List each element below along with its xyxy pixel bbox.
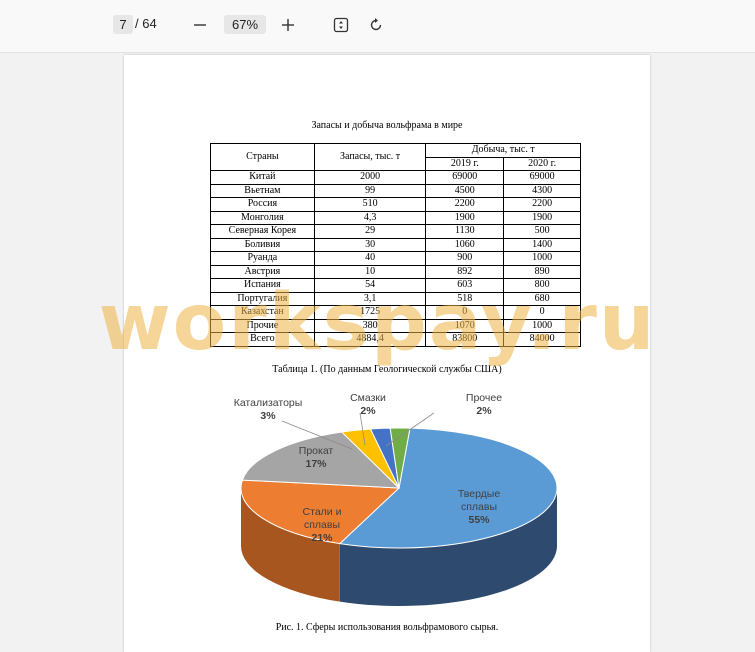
slice-label: Смазки 2%	[350, 393, 386, 417]
page-number-input[interactable]: 7	[113, 15, 133, 34]
cell-reserves: 99	[313, 183, 427, 198]
cell-y2020: 4300	[503, 183, 581, 198]
cell-country: Австрия	[210, 264, 315, 279]
cell-reserves: 1725	[313, 305, 427, 320]
cell-y2020: 69000	[503, 170, 581, 185]
cell-reserves: 40	[313, 251, 427, 266]
cell-country: Всего	[210, 332, 315, 347]
cell-y2020: 890	[503, 264, 581, 279]
cell-country: Китай	[210, 170, 315, 185]
table-row: Боливия 30 1060 1400	[210, 237, 581, 252]
cell-y2019: 1070	[425, 318, 505, 333]
fit-page-icon	[333, 17, 349, 33]
cell-y2020: 1000	[503, 251, 581, 266]
zoom-level[interactable]: 67%	[224, 15, 266, 34]
cell-y2019: 0	[425, 305, 505, 320]
cell-y2019: 1060	[425, 237, 505, 252]
cell-y2020: 1000	[503, 318, 581, 333]
table-row: Прочие 380 1070 1000	[210, 318, 581, 333]
header-2020: 2020 г.	[503, 156, 581, 171]
document-page: Запасы и добыча вольфрама в мире Страны …	[124, 55, 650, 652]
page-total: / 64	[135, 16, 157, 31]
table-row: Северная Корея 29 1130 500	[210, 224, 581, 239]
cell-y2019: 1900	[425, 210, 505, 225]
cell-reserves: 30	[313, 237, 427, 252]
usage-pie-chart: Твердые сплавы 55%Стали и сплавы 21%Прокат 17…	[234, 393, 558, 606]
cell-country: Северная Корея	[210, 224, 315, 239]
header-production: Добыча, тыс. т	[425, 143, 581, 158]
cell-y2020: 500	[503, 224, 581, 239]
cell-country: Испания	[210, 278, 315, 293]
cell-y2020: 800	[503, 278, 581, 293]
cell-y2020: 0	[503, 305, 581, 320]
cell-y2019: 83800	[425, 332, 505, 347]
cell-y2019: 518	[425, 291, 505, 306]
figure-caption: Рис. 1. Сферы использования вольфрамовог…	[275, 622, 499, 633]
slice-label: Катализаторы 3%	[234, 397, 303, 422]
rotate-button[interactable]	[364, 13, 388, 37]
cell-reserves: 29	[313, 224, 427, 239]
header-country: Страны	[210, 143, 315, 171]
fit-page-button[interactable]	[329, 13, 353, 37]
zoom-in-button[interactable]	[276, 13, 300, 37]
cell-country: Руанда	[210, 251, 315, 266]
slice-label: Прочее 2%	[466, 393, 502, 417]
cell-y2019: 892	[425, 264, 505, 279]
cell-reserves: 10	[313, 264, 427, 279]
cell-country: Вьетнам	[210, 183, 315, 198]
cell-reserves: 4,3	[313, 210, 427, 225]
header-2019: 2019 г.	[425, 156, 505, 171]
cell-y2019: 4500	[425, 183, 505, 198]
plus-icon	[282, 19, 294, 31]
cell-y2020: 680	[503, 291, 581, 306]
cell-y2019: 2200	[425, 197, 505, 212]
cell-y2020: 84000	[503, 332, 581, 347]
table-title: Запасы и добыча вольфрама в мире	[311, 120, 463, 131]
table-row: Казахстан 1725 0 0	[210, 305, 581, 320]
cell-y2019: 603	[425, 278, 505, 293]
cell-country: Россия	[210, 197, 315, 212]
cell-country: Монголия	[210, 210, 315, 225]
header-reserves: Запасы, тыс. т	[313, 143, 427, 171]
cell-reserves: 4884,4	[313, 332, 427, 347]
table-row: Всего 4884,4 83800 84000	[210, 332, 581, 347]
cell-reserves: 380	[313, 318, 427, 333]
table-row: Китай 2000 69000 69000	[210, 170, 581, 185]
cell-country: Португалия	[210, 291, 315, 306]
cell-country: Прочие	[210, 318, 315, 333]
table-row: Монголия 4,3 1900 1900	[210, 210, 581, 225]
table-row: Португалия 3,1 518 680	[210, 291, 581, 306]
cell-y2020: 1900	[503, 210, 581, 225]
table-row: Руанда 40 900 1000	[210, 251, 581, 266]
cell-reserves: 54	[313, 278, 427, 293]
pdf-toolbar: 7 / 64 67%	[0, 0, 755, 53]
table-caption: Таблица 1. (По данным Геологической служ…	[272, 364, 502, 375]
cell-reserves: 510	[313, 197, 427, 212]
cell-y2019: 69000	[425, 170, 505, 185]
cell-reserves: 3,1	[313, 291, 427, 306]
cell-y2020: 1400	[503, 237, 581, 252]
table-row: Россия 510 2200 2200	[210, 197, 581, 212]
tungsten-table: Страны Запасы, тыс. т Добыча, тыс. т 201…	[210, 143, 581, 347]
minus-icon	[194, 24, 206, 26]
cell-country: Боливия	[210, 237, 315, 252]
cell-y2019: 1130	[425, 224, 505, 239]
zoom-out-button[interactable]	[188, 13, 212, 37]
cell-country: Казахстан	[210, 305, 315, 320]
cell-y2020: 2200	[503, 197, 581, 212]
table-row: Испания 54 603 800	[210, 278, 581, 293]
cell-reserves: 2000	[313, 170, 427, 185]
table-row: Вьетнам 99 4500 4300	[210, 183, 581, 198]
cell-y2019: 900	[425, 251, 505, 266]
table-row: Австрия 10 892 890	[210, 264, 581, 279]
rotate-icon	[370, 18, 382, 31]
